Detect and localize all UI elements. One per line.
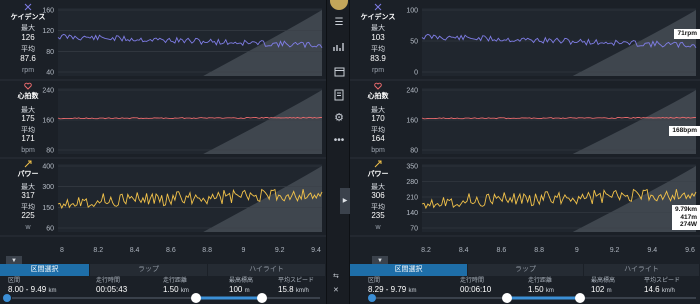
cadence-title: ケイデンス [360,14,396,21]
cadence-tooltip: 71rpm [674,29,700,39]
heart-tick-label: 240 [406,88,418,95]
cadence-icon [24,3,32,11]
right-metric-labels: ケイデンス 最大 103 平均 83.9 rpm 心拍数 最大 170 平均 1… [350,0,406,262]
cadence-tick-label: 100 [406,8,418,15]
sidebar-nav: ☰ ⚙ ••• ▶ ⇆ ✕ [326,0,350,304]
cadence-max-label: 最大 [21,25,35,32]
menu-icon[interactable]: ☰ [332,16,346,30]
heart-tick-label: 80 [410,148,418,155]
heart-title: 心拍数 [367,93,389,100]
calendar-icon[interactable] [332,64,346,78]
power-icon [24,160,32,168]
x-tick-label: 9.6 [685,247,695,254]
power-max-value: 317 [21,191,35,200]
range-start-handle[interactable] [191,293,201,303]
x-tick-label: 8.2 [93,247,103,254]
power-icon [374,160,382,168]
cadence-unit: rpm [371,67,385,74]
heart-unit: bpm [21,147,35,154]
left-tab-bar: 区間選択 ラップ ハイライト [0,264,326,276]
tab-highlights[interactable]: ハイライト [208,264,326,276]
heart-icon [24,82,32,90]
x-tick-label: 8.8 [534,247,544,254]
cadence-max-label: 最大 [371,25,385,32]
collapse-arrows-icon[interactable]: ⇆ [333,272,339,280]
power-title: パワー [367,171,389,178]
cadence-tick-label: 50 [410,39,418,46]
range-end-handle[interactable] [257,293,267,303]
heart-avg-value: 164 [371,134,385,143]
play-button[interactable] [368,294,376,302]
range-start-handle[interactable] [502,293,512,303]
x-tick-label: 9 [575,247,579,254]
heart-title: 心拍数 [17,93,39,100]
tab-laps[interactable]: ラップ [468,264,584,276]
file-icon[interactable] [332,88,346,102]
power-tick-label: 140 [406,210,418,217]
heart-avg-value: 171 [21,134,35,143]
cadence-avg-label: 平均 [21,46,35,53]
right-activity-panel: 100 50 0 240 160 80 350 280 210 140 70 8.2 8.4 8.6 8.8… [350,0,700,304]
power-avg-value: 235 [371,211,385,220]
cadence-avg-value: 87.6 [20,54,36,63]
power-avg-value: 225 [21,211,35,220]
x-tick-label: 8.6 [166,247,176,254]
graph-icon[interactable] [332,40,346,54]
heart-tick-label: 160 [406,118,418,125]
tab-highlights[interactable]: ハイライト [584,264,700,276]
heart-icon [374,82,382,90]
app-window: 160 120 80 40 240 160 80 400 300 150 60 8 8.2 8.4 8.6 8… [0,0,700,304]
left-range-slider[interactable] [0,292,326,304]
x-tick-label: 8.8 [202,247,212,254]
cadence-unit: rpm [21,67,35,74]
x-tick-label: 8.6 [497,247,507,254]
tab-section-select[interactable]: 区間選択 [0,264,90,276]
cadence-max-value: 103 [371,33,385,42]
settings-icon[interactable]: ⚙ [332,111,346,125]
cadence-title: ケイデンス [10,14,46,21]
x-tick-label: 8.4 [130,247,140,254]
cadence-icon [374,3,382,11]
heart-unit: bpm [371,147,385,154]
close-icon[interactable]: ✕ [333,286,339,294]
x-tick-label: 8.4 [459,247,469,254]
left-stats: 区間 8.00 - 9.49 km 走行時間 00:05:43 走行距離 1.50 k… [0,278,326,294]
cadence-max-value: 126 [21,33,35,42]
cadence-avg-label: 平均 [371,46,385,53]
x-tick-label: 9.4 [647,247,657,254]
cadence-tick-label: 0 [414,70,418,77]
heart-tooltip: 168bpm [669,126,700,136]
left-activity-panel: 160 120 80 40 240 160 80 400 300 150 60 8 8.2 8.4 8.6 8… [0,0,326,304]
range-end-handle[interactable] [575,293,585,303]
x-tick-label: 9 [241,247,245,254]
right-stats: 区間 8.29 - 9.79 km 走行時間 00:06:10 走行距離 1.50 k… [350,278,700,294]
tab-section-select[interactable]: 区間選択 [350,264,468,276]
right-tab-bar: 区間選択 ラップ ハイライト [350,264,700,276]
power-tick-label: 210 [406,195,418,202]
right-range-slider[interactable] [350,292,700,304]
x-tick-label: 9.2 [610,247,620,254]
heart-max-value: 170 [371,114,385,123]
expand-button[interactable]: ▶ [340,188,350,214]
x-tick-label: 9.4 [311,247,321,254]
power-tick-label: 280 [406,179,418,186]
power-tooltip: 9.79km 417m 274W [671,205,700,230]
power-tick-label: 350 [406,164,418,171]
heart-max-value: 175 [21,114,35,123]
more-icon[interactable]: ••• [332,134,346,148]
cadence-avg-value: 83.9 [370,54,386,63]
power-unit: w [25,224,31,231]
x-tick-label: 8 [60,247,64,254]
play-button[interactable] [3,294,11,302]
x-tick-label: 9.2 [275,247,285,254]
power-tick-label: 70 [410,226,418,233]
power-title: パワー [17,171,39,178]
power-unit: w [375,224,381,231]
power-max-value: 306 [371,191,385,200]
left-metric-labels: ケイデンス 最大 126 平均 87.6 rpm 心拍数 最大 175 平均 1… [0,0,56,262]
x-tick-label: 8.2 [421,247,431,254]
avatar[interactable] [330,0,348,10]
tab-laps[interactable]: ラップ [90,264,208,276]
